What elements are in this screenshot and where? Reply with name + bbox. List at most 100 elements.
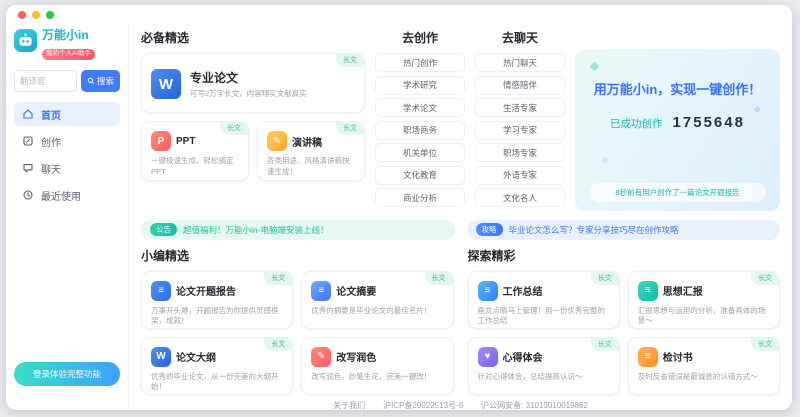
pencil-doc-icon: ✎ <box>267 131 287 151</box>
sidebar-item-recent[interactable]: 最近使用 <box>14 183 120 207</box>
chat-category-item[interactable]: 热门聊天 <box>475 53 565 72</box>
card-desc: 可写2万字长文，内容翔实文献真实 <box>190 89 307 100</box>
longform-tag: 长文 <box>425 272 453 285</box>
sidebar: 万能小in 我的个人AI助手 搜索 <box>6 25 129 410</box>
card-desc: 针对心得体会，总结提高认识～ <box>478 372 610 383</box>
guide-text: 毕业论文怎么写？专家分享技巧尽在创作攻略 <box>509 224 679 236</box>
tool-card-work-summary[interactable]: 长文 ≡ 工作总结 画龙点睛马上管理！用一份优秀完整的工作总结 <box>468 271 620 329</box>
menu-label: 最近使用 <box>41 188 81 203</box>
essentials-section: 必备精选 长文 W 专业论文 可写2万字长文，内容翔实文献真实 长文 <box>141 29 365 211</box>
footer-police-link[interactable]: 沪公网安备: 31015010019862 <box>481 400 588 411</box>
app-logo[interactable]: 万能小in 我的个人AI助手 <box>14 29 120 60</box>
tool-card-ppt[interactable]: 长文 P PPT 一键极速生成，轻松搞定PPT <box>141 121 249 181</box>
guide-banner[interactable]: 攻略 毕业论文怎么写？专家分享技巧尽在创作攻略 <box>467 220 781 240</box>
create-column-title: 去创作 <box>375 31 465 45</box>
card-title: PPT <box>176 136 195 147</box>
tool-card-professional-paper[interactable]: 长文 W 专业论文 可写2万字长文，内容翔实文献真实 <box>141 53 365 113</box>
clock-icon <box>22 189 34 201</box>
card-title: 工作总结 <box>503 283 543 298</box>
tool-card-thesis-abstract[interactable]: 长文 ≡ 论文摘要 优秀的摘要是毕业论文的最佳名片！ <box>301 271 453 329</box>
minimize-window-button[interactable] <box>32 11 40 19</box>
card-title: 专业论文 <box>190 69 307 86</box>
sidebar-item-chat[interactable]: 聊天 <box>14 156 120 180</box>
search-input[interactable] <box>14 70 77 92</box>
notice-row: 公告 超值福利！万能小in-电脑端安装上线！ 攻略 毕业论文怎么写？专家分享技巧… <box>141 220 780 240</box>
card-desc: 及时反省错误是最诚恳的认错方式～ <box>638 372 770 383</box>
chat-bubble-icon <box>22 162 34 174</box>
word-doc-icon: W <box>151 347 171 367</box>
create-column: 去创作 热门创作 学术研究 学术论文 职场商务 机关单位 文化教育 商业分析 <box>375 29 465 211</box>
tool-card-self-criticism[interactable]: 长文 ≡ 检讨书 及时反省错误是最诚恳的认错方式～ <box>628 337 780 395</box>
main-content: 必备精选 长文 W 专业论文 可写2万字长文，内容翔实文献真实 长文 <box>129 25 792 410</box>
document-icon: ≡ <box>311 281 331 301</box>
sparkle-decoration <box>754 106 761 113</box>
tool-card-rewrite-polish[interactable]: ✎ 改写润色 改写润色，妙笔生花，完美一键改！ <box>301 337 453 395</box>
announcement-text: 超值福利！万能小in-电脑端安装上线！ <box>183 224 328 236</box>
sparkle-decoration <box>590 62 600 72</box>
chat-column-title: 去聊天 <box>475 31 565 45</box>
create-category-item[interactable]: 机关单位 <box>375 143 465 162</box>
app-tagline-badge: 我的个人AI助手 <box>42 49 95 60</box>
card-desc: 一键极速生成，轻松搞定PPT <box>151 156 239 178</box>
promo-panel: 用万能小in，实现一键创作！ 已成功创作 1755648 8秒前有用户创作了一篇… <box>575 49 780 211</box>
sidebar-item-create[interactable]: 创作 <box>14 129 120 153</box>
close-window-button[interactable] <box>18 11 26 19</box>
creation-counter: 已成功创作 1755648 <box>610 114 745 131</box>
longform-tag: 长文 <box>591 338 619 351</box>
counter-label: 已成功创作 <box>610 116 663 131</box>
sidebar-search: 搜索 <box>14 70 120 92</box>
chat-category-item[interactable]: 情感陪伴 <box>475 76 565 95</box>
document-icon: ≡ <box>638 347 658 367</box>
create-category-item[interactable]: 职场商务 <box>375 121 465 140</box>
card-title: 论文开题报告 <box>176 283 236 298</box>
chat-category-item[interactable]: 职场专家 <box>475 143 565 162</box>
announcement-banner[interactable]: 公告 超值福利！万能小in-电脑端安装上线！ <box>141 220 455 240</box>
heart-doc-icon: ♥ <box>478 347 498 367</box>
chat-category-item[interactable]: 外语专家 <box>475 166 565 185</box>
footer-about-link[interactable]: 关于我们 <box>333 400 365 411</box>
card-desc: 改写润色，妙笔生花，完美一键改！ <box>311 372 443 383</box>
search-button-label: 搜索 <box>97 75 114 87</box>
create-category-item[interactable]: 文化教育 <box>375 166 465 185</box>
sidebar-item-home[interactable]: 首页 <box>14 102 120 126</box>
essentials-row: 长文 P PPT 一键极速生成，轻松搞定PPT 长文 ✎ 演讲稿 <box>141 121 365 181</box>
app-body: 万能小in 我的个人AI助手 搜索 <box>6 25 792 410</box>
chat-column: 去聊天 热门聊天 情感陪伴 生活专家 学习专家 职场专家 外语专家 文化名人 <box>475 29 565 211</box>
card-title: 思想汇报 <box>663 283 703 298</box>
card-title: 演讲稿 <box>292 134 322 149</box>
explore-title: 探索精彩 <box>468 249 781 263</box>
menu-label: 聊天 <box>41 161 61 176</box>
longform-tag: 长文 <box>220 122 248 135</box>
pen-icon: ✎ <box>311 347 331 367</box>
tool-card-thought-report[interactable]: 长文 ≡ 思想汇报 汇报思想与运用的分析，准备具体的场景～ <box>628 271 780 329</box>
create-category-item[interactable]: 学术论文 <box>375 98 465 117</box>
ppt-icon: P <box>151 131 171 151</box>
chat-category-item[interactable]: 文化名人 <box>475 188 565 207</box>
counter-value: 1755648 <box>673 114 745 131</box>
tool-card-speech[interactable]: 长文 ✎ 演讲稿 各类用途、风格演讲稿快速生成！ <box>257 121 365 181</box>
longform-tag: 长文 <box>751 338 779 351</box>
card-desc: 万事开头难，开题报告为你提供灵感框架，成就！ <box>151 306 283 328</box>
editors-picks-section: 小编精选 长文 ≡ 论文开题报告 万事开头难，开题报告为你提供灵感框架，成就！ … <box>141 247 454 395</box>
login-button[interactable]: 登录体验完整功能 <box>14 362 120 386</box>
create-category-item[interactable]: 商业分析 <box>375 188 465 207</box>
footer-icp-link[interactable]: 沪ICP备20022513号-6 <box>383 400 463 411</box>
create-category-item[interactable]: 学术研究 <box>375 76 465 95</box>
live-activity-ticker: 8秒前有用户创作了一篇论文开题报告 <box>589 183 766 202</box>
menu-label: 首页 <box>41 107 61 122</box>
tool-card-thesis-outline[interactable]: 长文 W 论文大纲 优秀的毕业论文，从一份完美的大纲开始！ <box>141 337 293 395</box>
search-button[interactable]: 搜索 <box>81 70 120 92</box>
longform-tag: 长文 <box>751 272 779 285</box>
create-category-item[interactable]: 热门创作 <box>375 53 465 72</box>
card-desc: 优秀的毕业论文，从一份完美的大纲开始！ <box>151 372 283 394</box>
tool-card-thesis-proposal[interactable]: 长文 ≡ 论文开题报告 万事开头难，开题报告为你提供灵感框架，成就！ <box>141 271 293 329</box>
menu-label: 创作 <box>41 134 61 149</box>
document-icon: ≡ <box>478 281 498 301</box>
tool-card-reflections[interactable]: 长文 ♥ 心得体会 针对心得体会，总结提高认识～ <box>468 337 620 395</box>
zoom-window-button[interactable] <box>46 11 54 19</box>
chat-category-item[interactable]: 生活专家 <box>475 98 565 117</box>
longform-tag: 长文 <box>264 338 292 351</box>
chat-category-item[interactable]: 学习专家 <box>475 121 565 140</box>
card-title: 心得体会 <box>503 349 543 364</box>
edit-icon <box>22 135 34 147</box>
